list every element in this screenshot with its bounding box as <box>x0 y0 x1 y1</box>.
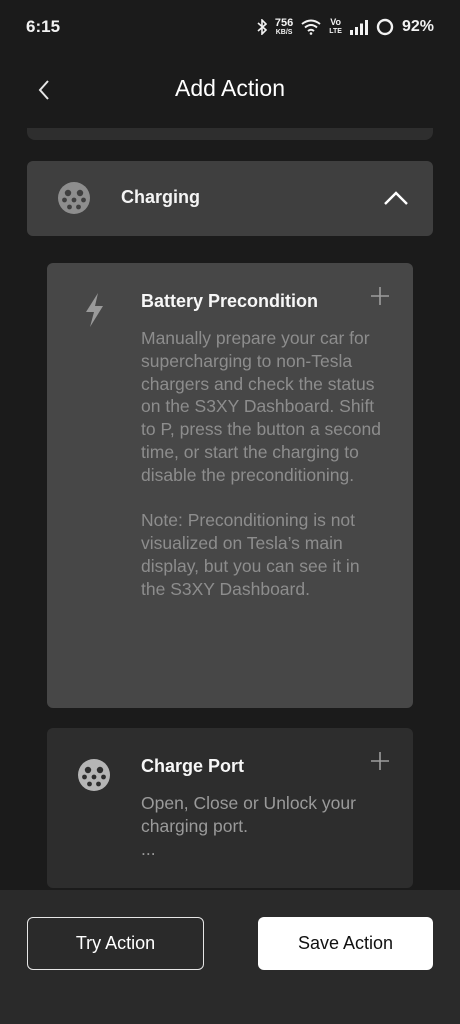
plus-icon[interactable] <box>369 285 391 307</box>
action-card-battery-precondition[interactable]: Battery Precondition Manually prepare yo… <box>47 263 413 708</box>
action-title: Battery Precondition <box>141 291 319 311</box>
previous-category-edge <box>27 128 433 140</box>
chevron-left-icon <box>38 80 49 100</box>
volte-top: Vo <box>330 17 342 27</box>
net-speed-value: 756 <box>274 16 294 29</box>
net-speed-unit: KB/S <box>275 28 293 36</box>
back-button[interactable] <box>28 74 60 106</box>
action-card-charge-port[interactable]: Charge Port Open, Close or Unlock your c… <box>47 728 413 888</box>
lightning-bolt-icon <box>86 293 103 327</box>
app-header: Add Action <box>0 60 460 116</box>
bottom-action-bar: Try Action Save Action <box>0 890 460 1024</box>
action-description: Open, Close or Unlock your charging port… <box>141 793 356 859</box>
plus-icon[interactable] <box>369 750 391 772</box>
charge-port-icon <box>78 759 110 791</box>
bluetooth-icon <box>257 19 267 35</box>
action-title: Charge Port <box>141 756 245 776</box>
page-title: Add Action <box>175 74 285 101</box>
category-label: Charging <box>121 187 200 207</box>
category-charging[interactable]: Charging <box>27 161 433 236</box>
wifi-icon <box>301 19 321 35</box>
net-speed: 756 KB/S <box>274 16 294 37</box>
signal-icon <box>349 19 368 35</box>
status-time: 6:15 <box>26 17 61 36</box>
charge-port-icon <box>58 182 90 214</box>
status-bar: 6:15 756 KB/S Vo LTE 92% <box>0 0 460 54</box>
save-action-button[interactable]: Save Action <box>258 917 433 970</box>
volte-indicator: Vo LTE <box>329 18 342 36</box>
battery-percent: 92% <box>401 18 434 35</box>
volte-bottom: LTE <box>329 28 342 35</box>
battery-ring-icon <box>376 18 394 36</box>
chevron-up-icon[interactable] <box>383 188 409 208</box>
try-action-button[interactable]: Try Action <box>27 917 204 970</box>
action-description: Manually prepare your car for supercharg… <box>141 328 381 599</box>
status-icons: 756 KB/S Vo LTE 92% <box>257 16 434 37</box>
